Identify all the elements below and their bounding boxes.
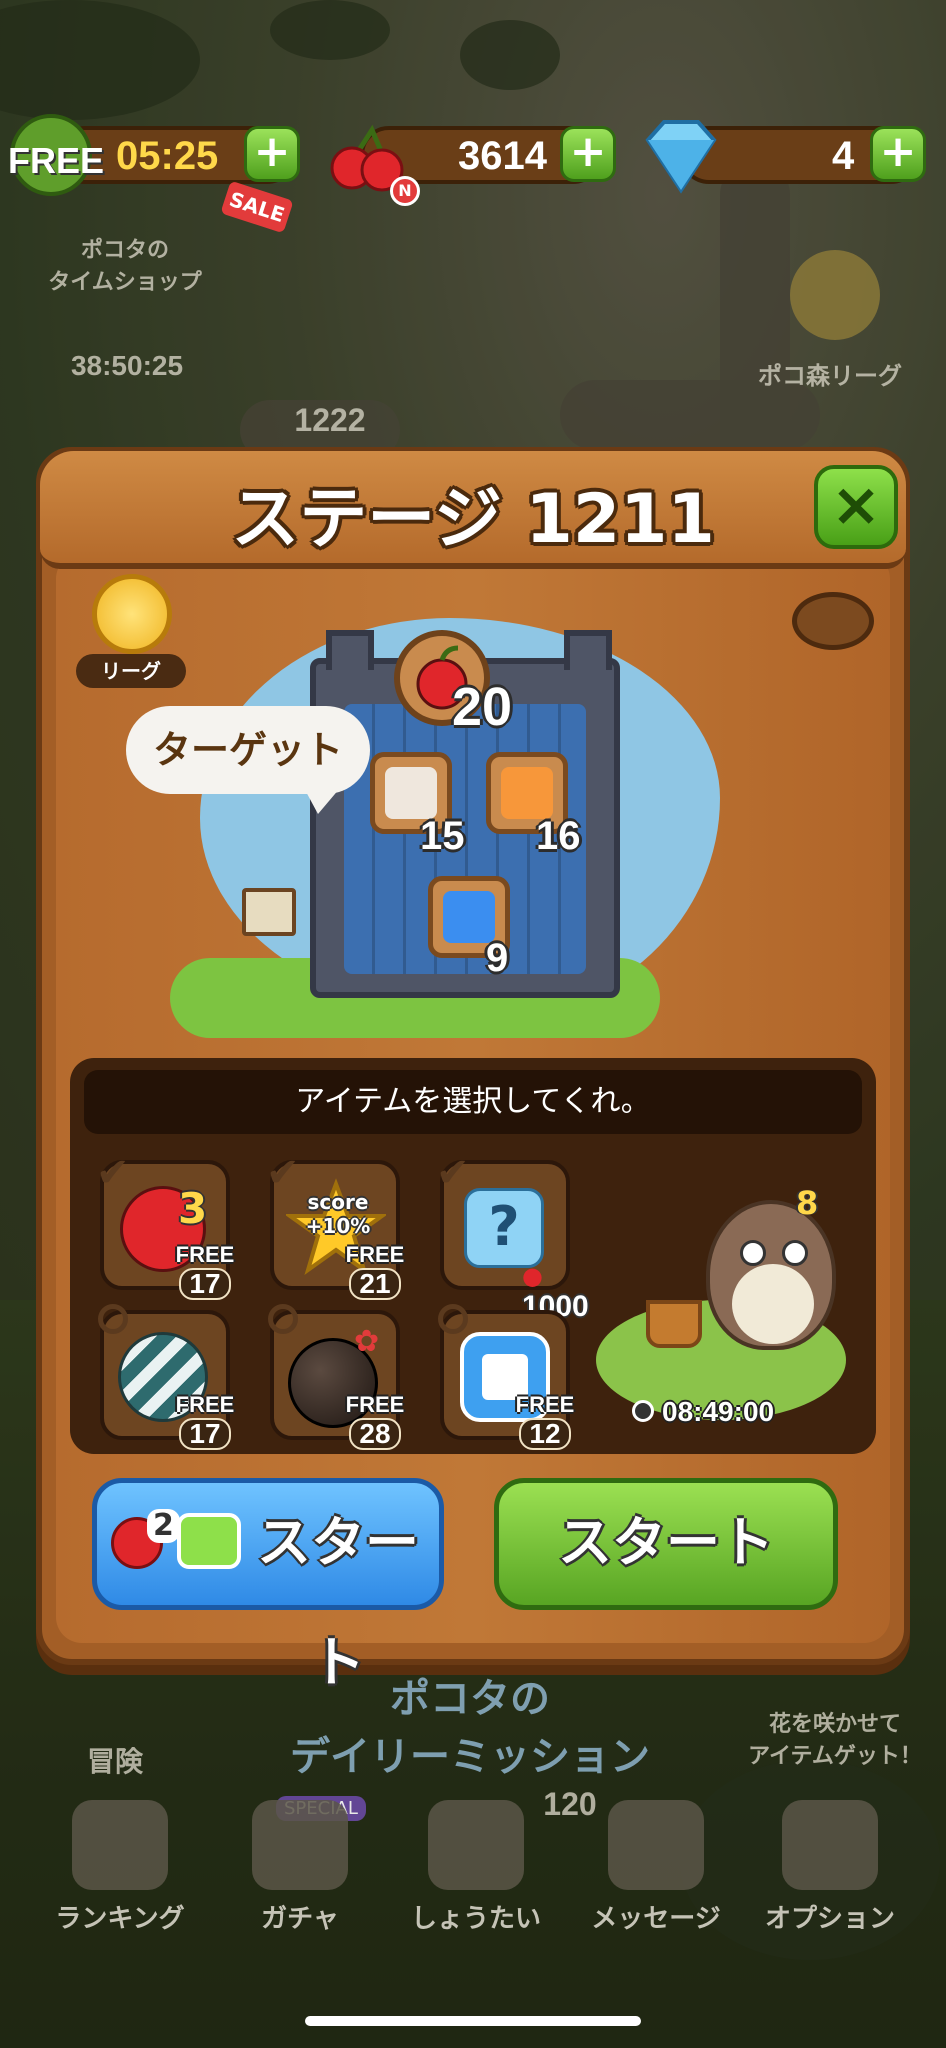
free-tag: FREE 21 (340, 1244, 410, 1300)
flower-hint-label[interactable]: 花を咲かせて アイテムゲット！ (740, 1706, 930, 1770)
free-tag: FREE 17 (170, 1244, 240, 1300)
close-button[interactable]: × (814, 465, 898, 549)
free-tag: FREE 28 (340, 1394, 410, 1450)
item-random[interactable]: ✔ ? ● 1000 (436, 1150, 589, 1323)
item-apple-bonus[interactable]: ✔ 3 FREE 17 (96, 1150, 234, 1300)
add-gems-button[interactable]: + (870, 126, 926, 182)
free-tag: FREE 12 (510, 1394, 580, 1450)
league-medal-icon (92, 574, 172, 654)
free-label: FREE (175, 1392, 235, 1417)
nav-invite[interactable]: しょうたい (406, 1800, 546, 1935)
invite-bird-icon (428, 1800, 524, 1890)
adventure-label[interactable]: 冒険 (60, 1740, 170, 1780)
free-count: 28 (349, 1418, 401, 1450)
target-apple-count: 20 (452, 677, 513, 737)
free-label: FREE (515, 1392, 575, 1417)
free-label: FREE (345, 1242, 405, 1267)
signpost-icon (242, 888, 296, 936)
owl-flower-event[interactable]: 8 08:49:00 (596, 1180, 866, 1430)
checkmark-icon: ✔ (436, 1150, 470, 1196)
owl-icon (706, 1200, 836, 1350)
item-spiral-shell[interactable]: FREE 17 (98, 1304, 234, 1450)
free-label: FREE (345, 1392, 405, 1417)
add-cherries-button[interactable]: + (560, 126, 616, 182)
unchecked-ring-icon (98, 1304, 128, 1334)
ad-count: 2 (147, 1509, 180, 1543)
lives-timer: 05:25 (116, 134, 219, 178)
plant-pot-icon (646, 1300, 702, 1348)
free-label: FREE (175, 1242, 235, 1267)
nav-gacha-label: ガチャ (261, 1904, 339, 1934)
league-label[interactable]: ポコ森リーグ (740, 356, 920, 391)
nav-option[interactable]: オプション (760, 1800, 900, 1935)
target-white-block-count: 15 (420, 814, 465, 858)
add-lives-button[interactable]: + (244, 126, 300, 182)
start-label: スタート (558, 1511, 774, 1574)
question-icon: ? (464, 1188, 544, 1268)
nav-gacha[interactable]: SPECIAL ガチャ (230, 1796, 370, 1935)
start-ad-label: スタート (257, 1511, 419, 1694)
tv-play-icon (177, 1513, 241, 1569)
lives-free-label: FREE (8, 140, 105, 181)
nav-invite-label: しょうたい (410, 1904, 541, 1934)
unchecked-ring-icon (268, 1304, 298, 1334)
free-count: 17 (179, 1418, 231, 1450)
item-bomb[interactable]: ✿ FREE 28 (268, 1304, 404, 1450)
cherry-count: 3614 (458, 134, 547, 178)
free-count: 21 (349, 1268, 401, 1300)
target-speech-bubble: ターゲット (126, 706, 370, 814)
start-button[interactable]: スタート (494, 1478, 838, 1610)
timeshop-label[interactable]: ポコタの タイムショップ (40, 232, 210, 296)
apple-bonus-badge: 3 (178, 1184, 208, 1233)
item-block-bomb[interactable]: FREE 12 (438, 1304, 574, 1450)
target-orange-block-count: 16 (536, 814, 581, 858)
free-count: 12 (519, 1418, 571, 1450)
owl-timer: 08:49:00 (662, 1396, 775, 1427)
timeshop-timer: 38:50:25 (70, 350, 184, 381)
cherry-icon: ● (522, 1262, 543, 1290)
start-ad-button[interactable]: 2 スタート (92, 1478, 444, 1694)
item-score-star[interactable]: ✔ score +10% FREE 21 (266, 1150, 404, 1300)
diamond-icon (638, 116, 724, 196)
checkmark-icon: ✔ (96, 1150, 130, 1196)
nav-option-label: オプション (764, 1904, 895, 1934)
nav-message-label: メッセージ (591, 1904, 721, 1934)
unchecked-ring-icon (438, 1304, 468, 1334)
free-count: 17 (179, 1268, 231, 1300)
home-indicator[interactable] (305, 2016, 641, 2026)
gacha-icon (252, 1800, 348, 1890)
stage-marker-1222[interactable]: 1222 (280, 402, 380, 439)
cherry-new-badge: N (390, 176, 420, 206)
nav-ranking[interactable]: ランキング (50, 1800, 190, 1935)
gem-count: 4 (832, 134, 855, 178)
clock-icon (632, 1400, 654, 1422)
score-bonus-label: score +10% (305, 1190, 371, 1238)
nav-ranking-label: ランキング (55, 1904, 185, 1934)
envelope-icon (608, 1800, 704, 1890)
dialog-titlebar: ステージ 1211 × (40, 451, 906, 569)
tree-stump-icon[interactable] (792, 592, 874, 650)
trophy-icon (72, 1800, 168, 1890)
nav-message[interactable]: メッセージ (586, 1800, 726, 1935)
stage-title: ステージ 1211 (231, 480, 715, 559)
gear-icon (782, 1800, 878, 1890)
items-header: アイテムを選択してくれ。 (84, 1070, 862, 1134)
owl-badge: 8 (796, 1184, 819, 1222)
flower-icon: ✿ (354, 1324, 380, 1359)
target-blue-block-count: 9 (486, 936, 509, 980)
free-tag: FREE 17 (170, 1394, 240, 1450)
league-trophy-icon[interactable] (790, 250, 880, 340)
